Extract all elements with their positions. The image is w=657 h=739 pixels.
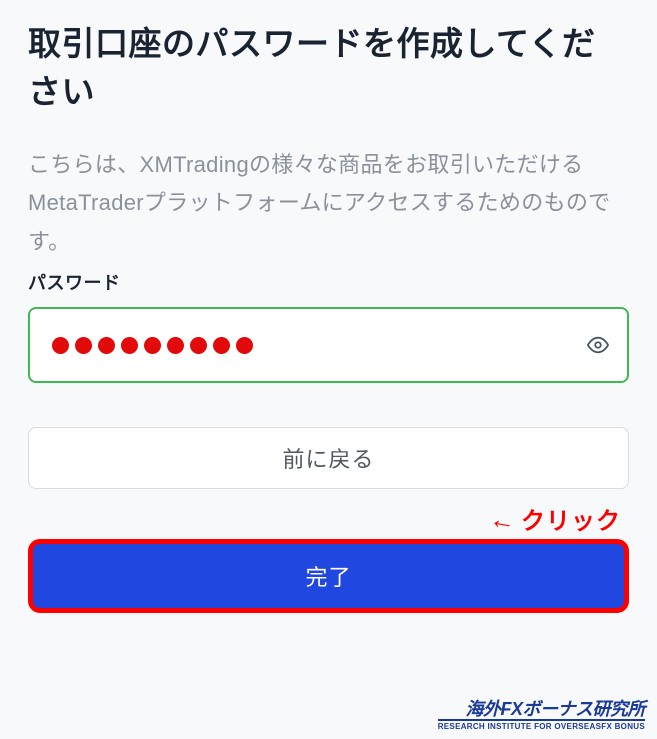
complete-button[interactable]: 完了 — [28, 539, 629, 613]
back-button-label: 前に戻る — [282, 442, 374, 474]
password-label: パスワード — [28, 269, 629, 295]
password-input[interactable] — [28, 307, 629, 383]
back-button[interactable]: 前に戻る — [28, 427, 629, 489]
description-text: こちらは、XMTradingの様々な商品をお取引いただけるMetaTraderプ… — [28, 146, 629, 262]
arrow-icon: ← — [487, 503, 519, 538]
password-masked-dots — [52, 337, 253, 354]
click-annotation-text: クリック — [521, 501, 621, 536]
logo-underline — [438, 719, 645, 721]
page-title: 取引口座のパスワードを作成してください — [28, 20, 629, 116]
show-password-icon[interactable] — [587, 334, 609, 356]
footer-logo: 海外FXボーナス研究所 RESEARCH INSTITUTE FOR OVERS… — [438, 700, 645, 731]
complete-button-label: 完了 — [305, 560, 351, 592]
click-annotation: ← クリック — [490, 501, 621, 536]
logo-sub-text: RESEARCH INSTITUTE FOR OVERSEASFX BONUS — [438, 722, 645, 731]
logo-main-text: 海外FXボーナス研究所 — [438, 700, 645, 718]
